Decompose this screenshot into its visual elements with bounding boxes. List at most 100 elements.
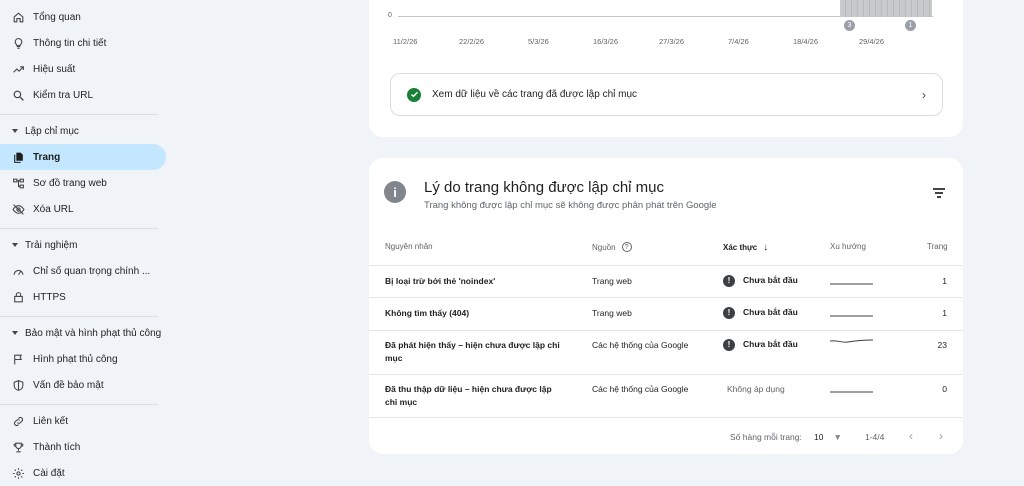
x-tick-label: 22/2/26 xyxy=(459,37,485,46)
sidebar-item-achievements[interactable]: Thành tích xyxy=(0,434,166,460)
status-cell: ! Chưa bắt đầu xyxy=(723,306,798,319)
sidebar-section-experience[interactable]: Trải nghiệm xyxy=(0,235,77,255)
help-icon[interactable]: ? xyxy=(621,242,632,252)
alert-icon: ! xyxy=(723,274,735,287)
sidebar-item-label: Sơ đồ trang web xyxy=(33,177,107,189)
sidebar: Tổng quan Thông tin chi tiết Hiệu suất K… xyxy=(0,0,170,486)
alert-icon: ! xyxy=(723,338,735,351)
next-page-icon[interactable]: › xyxy=(939,429,943,443)
eye-off-icon xyxy=(11,202,25,216)
sidebar-item-https[interactable]: HTTPS xyxy=(0,284,166,310)
sidebar-item-performance[interactable]: Hiệu suất xyxy=(0,56,166,82)
header-trend: Xu hướng xyxy=(830,242,866,251)
check-circle-icon xyxy=(407,87,421,102)
pagination-range: 1-4/4 xyxy=(865,432,885,442)
header-label: Nguyên nhân xyxy=(385,242,433,251)
source-cell: Trang web xyxy=(592,276,632,286)
sidebar-item-label: Chỉ số quan trọng chính ... xyxy=(33,265,151,277)
y-axis-zero-label: 0 xyxy=(388,12,392,19)
row-divider xyxy=(369,297,963,298)
shield-icon xyxy=(11,378,25,392)
x-tick-label: 5/3/26 xyxy=(528,37,549,46)
home-icon xyxy=(11,10,25,24)
sidebar-item-manual-actions[interactable]: Hình phạt thủ công xyxy=(0,346,166,372)
sidebar-item-pages[interactable]: Trang xyxy=(0,144,166,170)
file-copy-icon xyxy=(11,150,25,164)
view-indexed-label: Xem dữ liệu về các trang đã được lập chỉ… xyxy=(432,89,638,100)
sidebar-divider xyxy=(0,316,158,317)
prev-page-icon[interactable]: ‹ xyxy=(909,429,913,443)
chart-bars xyxy=(840,0,932,17)
row-divider xyxy=(369,374,963,375)
row-divider xyxy=(369,265,963,266)
filter-icon[interactable] xyxy=(933,188,945,200)
sidebar-item-overview[interactable]: Tổng quan xyxy=(0,4,166,30)
speedometer-icon xyxy=(11,264,25,278)
trophy-icon xyxy=(11,440,25,454)
collapse-triangle-icon xyxy=(12,129,18,133)
trend-sparkline xyxy=(830,391,873,393)
reason-cell: Bị loại trừ bởi thẻ 'noindex' xyxy=(385,276,496,286)
source-cell: Trang web xyxy=(592,308,632,318)
sidebar-divider xyxy=(0,114,158,115)
card-title: Lý do trang không được lập chỉ mục xyxy=(424,179,665,196)
sidebar-item-label: Thông tin chi tiết xyxy=(33,37,107,49)
sidebar-item-label: Kiểm tra URL xyxy=(33,89,94,101)
row-divider xyxy=(369,330,963,331)
header-pages[interactable]: Trang xyxy=(927,242,948,251)
sidebar-item-core-web-vitals[interactable]: Chỉ số quan trọng chính ... xyxy=(0,258,166,284)
status-text: Chưa bắt đầu xyxy=(743,275,798,285)
card-subtitle: Trang không được lập chỉ mục sẽ không đư… xyxy=(424,200,717,211)
trend-sparkline xyxy=(830,315,873,317)
sidebar-item-settings[interactable]: Cài đặt xyxy=(0,460,166,486)
chart-marker[interactable]: 3 xyxy=(844,20,855,31)
pages-cell: 23 xyxy=(937,340,947,350)
header-label: Nguồn xyxy=(592,242,616,252)
lightbulb-icon xyxy=(11,36,25,50)
sidebar-item-url-inspection[interactable]: Kiểm tra URL xyxy=(0,82,166,108)
sidebar-item-label: Hiệu suất xyxy=(33,63,76,75)
view-indexed-pages-link[interactable]: Xem dữ liệu về các trang đã được lập chỉ… xyxy=(390,73,943,116)
sidebar-item-security-issues[interactable]: Vấn đề bảo mật xyxy=(0,372,166,398)
section-title: Lập chỉ mục xyxy=(25,125,79,137)
sidebar-divider xyxy=(0,228,158,229)
sidebar-item-label: Xóa URL xyxy=(33,203,74,215)
rows-per-page-label: Số hàng mỗi trang: xyxy=(730,432,802,442)
collapse-triangle-icon xyxy=(12,243,18,247)
x-tick-label: 11/2/26 xyxy=(393,37,418,46)
sidebar-item-label: Hình phạt thủ công xyxy=(33,353,118,365)
sidebar-item-label: HTTPS xyxy=(33,291,66,303)
sidebar-item-removals[interactable]: Xóa URL xyxy=(0,196,166,222)
section-title: Bảo mật và hình phạt thủ công xyxy=(25,327,162,339)
trend-sparkline xyxy=(830,339,873,343)
source-cell: Các hệ thống của Google xyxy=(592,340,689,350)
status-text: Chưa bắt đầu xyxy=(743,307,798,317)
flag-icon xyxy=(11,352,25,366)
sidebar-item-sitemaps[interactable]: Sơ đồ trang web xyxy=(0,170,166,196)
sidebar-item-label: Trang xyxy=(33,151,61,163)
collapse-triangle-icon xyxy=(12,331,18,335)
search-icon xyxy=(11,88,25,102)
reason-cell: Không tìm thấy (404) xyxy=(385,308,470,318)
sidebar-item-insights[interactable]: Thông tin chi tiết xyxy=(0,30,166,56)
sidebar-item-label: Tổng quan xyxy=(33,11,81,23)
header-validation[interactable]: Xác thực ↓ xyxy=(723,242,768,253)
pages-cell: 1 xyxy=(942,276,947,286)
header-source[interactable]: Nguồn? xyxy=(592,242,632,252)
sidebar-item-links[interactable]: Liên kết xyxy=(0,408,166,434)
pages-cell: 0 xyxy=(942,384,947,394)
rows-per-page-value: 10 xyxy=(814,432,824,442)
indexed-pages-card: 0 3 1 11/2/26 22/2/26 5/3/26 16/3/26 27/… xyxy=(369,0,963,137)
arrow-down-icon: ↓ xyxy=(763,242,769,253)
sidebar-item-label: Vấn đề bảo mật xyxy=(33,379,104,391)
rows-per-page-select[interactable]: 10 ▼ xyxy=(814,432,842,442)
chart-marker[interactable]: 1 xyxy=(905,20,916,31)
lock-icon xyxy=(11,290,25,304)
header-label: Trang xyxy=(927,242,948,251)
sidebar-section-security[interactable]: Bảo mật và hình phạt thủ công xyxy=(0,323,161,343)
sidebar-section-indexing[interactable]: Lập chỉ mục xyxy=(0,121,79,141)
x-tick-label: 27/3/26 xyxy=(659,37,685,46)
header-reason[interactable]: Nguyên nhân xyxy=(385,242,433,251)
sitemap-icon xyxy=(11,176,25,190)
reason-cell: Đã phát hiện thấy – hiện chưa được lập c… xyxy=(385,340,560,363)
